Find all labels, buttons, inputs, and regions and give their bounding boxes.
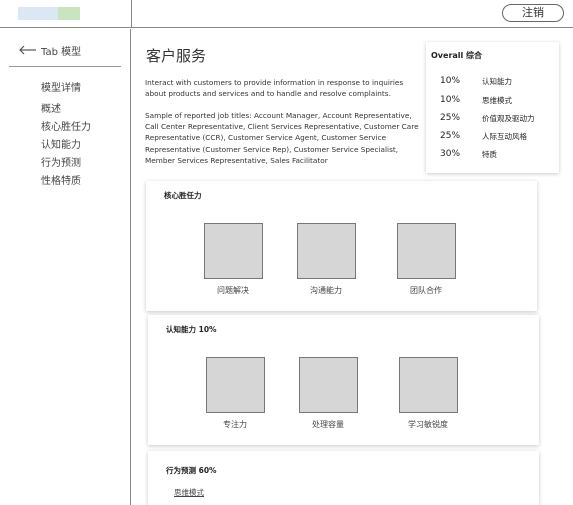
sidebar-section-title: 模型详情 bbox=[41, 83, 81, 94]
overall-label: 认知能力 bbox=[482, 76, 512, 86]
mindset-link[interactable]: 思维模式 bbox=[174, 487, 204, 498]
overall-row: 25% 人际互动风格 bbox=[440, 130, 527, 142]
card-title: 行为预测 60% bbox=[166, 466, 217, 475]
overall-percent: 25% bbox=[440, 113, 461, 123]
overall-percent: 10% bbox=[440, 76, 461, 86]
cognitive-tile[interactable] bbox=[399, 357, 458, 413]
sidebar-item-behavior[interactable]: 行为预测 bbox=[41, 155, 91, 173]
cognitive-label: 处理容量 bbox=[312, 420, 344, 429]
competency-tile[interactable] bbox=[397, 223, 456, 279]
competency-label: 团队合作 bbox=[410, 286, 442, 295]
overall-label: 人际互动风格 bbox=[482, 131, 527, 141]
top-bar: 注销 bbox=[0, 0, 573, 28]
logo-block-green bbox=[58, 7, 80, 20]
sidebar: Tab 模型 模型详情 概述 核心胜任力 认知能力 行为预测 性格特质 bbox=[0, 29, 131, 505]
overall-card: Overall 综合 10% 认知能力 10% 思维模式 25% 价值观及驱动力… bbox=[426, 42, 559, 173]
core-competency-card: 核心胜任力 问题解决 沟通能力 团队合作 bbox=[146, 181, 537, 311]
sidebar-item-personality[interactable]: 性格特质 bbox=[41, 173, 91, 191]
page-title: 客户服务 bbox=[146, 47, 207, 65]
card-title: 核心胜任力 bbox=[164, 191, 202, 200]
competency-tile[interactable] bbox=[297, 223, 356, 279]
sidebar-item-core-competency[interactable]: 核心胜任力 bbox=[41, 119, 91, 137]
overall-label: 特质 bbox=[482, 149, 497, 159]
overall-percent: 10% bbox=[440, 95, 461, 105]
overall-row: 30% 特质 bbox=[440, 148, 497, 160]
overall-row: 10% 认知能力 bbox=[440, 75, 512, 87]
overall-percent: 30% bbox=[440, 149, 461, 159]
logout-button[interactable]: 注销 bbox=[502, 4, 564, 22]
job-titles-sample: Sample of reported job titles: Account M… bbox=[145, 111, 419, 165]
logo bbox=[18, 7, 80, 20]
competency-label: 问题解决 bbox=[217, 286, 249, 295]
overall-percent: 25% bbox=[440, 131, 461, 141]
behavior-card: 行为预测 60% 思维模式 bbox=[148, 451, 539, 505]
arrow-left-icon bbox=[19, 45, 36, 55]
sidebar-divider bbox=[9, 66, 121, 67]
logo-block-blue bbox=[18, 7, 58, 20]
top-bar-divider bbox=[131, 0, 132, 28]
competency-tile[interactable] bbox=[204, 223, 263, 279]
sidebar-nav: 概述 核心胜任力 认知能力 行为预测 性格特质 bbox=[41, 101, 91, 191]
overall-title: Overall 综合 bbox=[431, 51, 483, 60]
cognitive-label: 专注力 bbox=[223, 420, 247, 429]
overall-row: 25% 价值观及驱动力 bbox=[440, 112, 535, 124]
overall-label: 价值观及驱动力 bbox=[482, 113, 535, 123]
sidebar-item-cognitive[interactable]: 认知能力 bbox=[41, 137, 91, 155]
cognitive-card: 认知能力 10% 专注力 处理容量 学习敏锐度 bbox=[148, 315, 539, 445]
card-title: 认知能力 10% bbox=[166, 325, 217, 334]
job-description: Interact with customers to provide infor… bbox=[145, 78, 404, 99]
overall-label: 思维模式 bbox=[482, 95, 512, 105]
back-link-label: Tab 模型 bbox=[41, 46, 82, 58]
overall-row: 10% 思维模式 bbox=[440, 94, 512, 106]
back-link[interactable]: Tab 模型 bbox=[18, 43, 82, 58]
cognitive-tile[interactable] bbox=[299, 357, 358, 413]
cognitive-tile[interactable] bbox=[206, 357, 265, 413]
cognitive-label: 学习敏锐度 bbox=[408, 420, 448, 429]
sidebar-item-overview[interactable]: 概述 bbox=[41, 101, 91, 119]
competency-label: 沟通能力 bbox=[310, 286, 342, 295]
